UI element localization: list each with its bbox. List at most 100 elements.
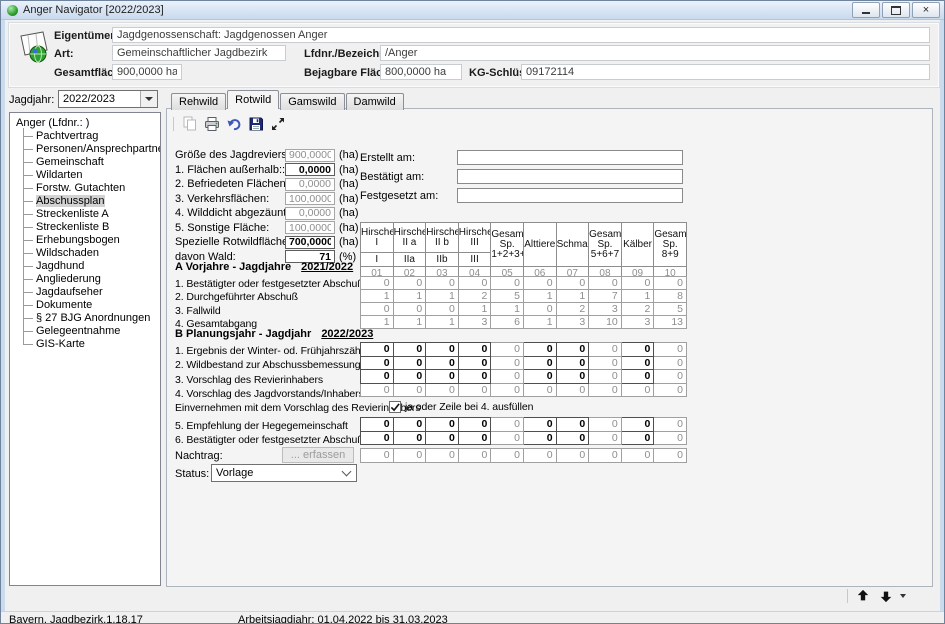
save-icon[interactable] bbox=[248, 116, 264, 132]
field-row: 3. Verkehrsflächen:(ha) bbox=[175, 192, 359, 207]
tree-item[interactable]: Streckenliste A bbox=[19, 208, 160, 221]
tree-item[interactable]: Angliederung bbox=[19, 273, 160, 286]
plan-cell: 0 bbox=[556, 449, 589, 463]
plan-cell[interactable]: 0 bbox=[621, 418, 654, 432]
plan-cell[interactable]: 0 bbox=[393, 418, 426, 432]
plan-cell[interactable]: 0 bbox=[621, 370, 654, 384]
plan-cell[interactable]: 0 bbox=[361, 356, 394, 370]
plan-cell[interactable]: 0 bbox=[393, 370, 426, 384]
next-record-button[interactable] bbox=[876, 588, 896, 604]
close-button[interactable]: × bbox=[912, 2, 940, 18]
column-subheader: I bbox=[361, 253, 394, 267]
date-input[interactable] bbox=[457, 188, 683, 203]
undo-icon[interactable] bbox=[226, 116, 242, 132]
plan-cell[interactable]: 0 bbox=[523, 343, 556, 357]
plan-cell[interactable]: 0 bbox=[393, 431, 426, 445]
plan-cell[interactable]: 0 bbox=[556, 343, 589, 357]
minimize-button[interactable] bbox=[852, 2, 880, 18]
plan-toolbar bbox=[173, 115, 286, 133]
plan-cell[interactable]: 0 bbox=[361, 343, 394, 357]
plan-cell[interactable]: 0 bbox=[523, 356, 556, 370]
row-label: 6. Bestätigter oder festgesetzter Abschu… bbox=[175, 433, 364, 447]
plan-cell[interactable]: 0 bbox=[426, 418, 459, 432]
plan-cell[interactable]: 0 bbox=[556, 356, 589, 370]
art-label: Art: bbox=[54, 48, 74, 60]
copy-icon[interactable] bbox=[182, 116, 198, 132]
tree-item[interactable]: Abschussplan bbox=[19, 195, 160, 208]
nachtrag-erfassen-button[interactable]: ... erfassen bbox=[282, 447, 354, 463]
plan-cell[interactable]: 0 bbox=[523, 370, 556, 384]
plan-cell[interactable]: 0 bbox=[556, 370, 589, 384]
tree-item[interactable]: Wildschaden bbox=[19, 247, 160, 260]
tree-item-label: Personen/Ansprechpartner bbox=[36, 143, 161, 155]
plan-cell[interactable]: 0 bbox=[393, 356, 426, 370]
plan-cell[interactable]: 0 bbox=[426, 370, 459, 384]
plan-cell[interactable]: 0 bbox=[361, 370, 394, 384]
plan-cell[interactable]: 0 bbox=[458, 431, 491, 445]
bejagbare-flaeche-input[interactable] bbox=[380, 64, 462, 80]
plan-cell[interactable]: 0 bbox=[621, 431, 654, 445]
plan-cell: 0 bbox=[426, 383, 459, 397]
print-icon[interactable] bbox=[204, 116, 220, 132]
tree-item[interactable]: Jagdaufseher bbox=[19, 286, 160, 299]
plan-cell: 0 bbox=[654, 431, 687, 445]
plan-cell[interactable]: 0 bbox=[361, 418, 394, 432]
expand-icon[interactable] bbox=[270, 116, 286, 132]
status-combobox[interactable]: Vorlage bbox=[211, 464, 357, 482]
plan-cell[interactable]: 0 bbox=[458, 370, 491, 384]
field-row: Spezielle Rotwildfläche:(ha) bbox=[175, 235, 359, 250]
combo-dropdown-button[interactable] bbox=[140, 91, 157, 107]
plan-cell[interactable]: 0 bbox=[458, 418, 491, 432]
gesamtflaeche-input[interactable] bbox=[112, 64, 182, 80]
field-input[interactable] bbox=[285, 236, 335, 249]
tree-item[interactable]: Erhebungsbogen bbox=[19, 234, 160, 247]
plan-cell: 0 bbox=[556, 277, 589, 290]
tree-item[interactable]: Pachtvertrag bbox=[19, 130, 160, 143]
plan-cell[interactable]: 0 bbox=[523, 431, 556, 445]
plan-cell[interactable]: 0 bbox=[458, 343, 491, 357]
plan-cell[interactable]: 0 bbox=[556, 431, 589, 445]
eigentuemer-input[interactable] bbox=[112, 27, 930, 43]
lfdnr-input[interactable] bbox=[380, 45, 930, 61]
plan-cell[interactable]: 0 bbox=[361, 431, 394, 445]
previous-record-button[interactable] bbox=[853, 588, 873, 604]
einvernehmen-checkbox[interactable] bbox=[389, 401, 401, 413]
plan-cell[interactable]: 0 bbox=[621, 343, 654, 357]
tree-item[interactable]: Dokumente bbox=[19, 299, 160, 312]
plan-cell: 10 bbox=[589, 316, 622, 329]
tree-item[interactable]: GIS-Karte bbox=[19, 338, 160, 351]
plan-cell[interactable]: 0 bbox=[523, 418, 556, 432]
tab-rehwild[interactable]: Rehwild bbox=[171, 93, 226, 110]
tree-item[interactable]: Gemeinschaft bbox=[19, 156, 160, 169]
maximize-button[interactable] bbox=[882, 2, 910, 18]
tab-damwild[interactable]: Damwild bbox=[346, 93, 404, 110]
kg-schluessel-input[interactable] bbox=[521, 64, 930, 80]
tree-item[interactable]: Personen/Ansprechpartner bbox=[19, 143, 160, 156]
tree-item[interactable]: Forstw. Gutachten bbox=[19, 182, 160, 195]
plan-cell[interactable]: 0 bbox=[393, 343, 426, 357]
jagdjahr-combobox[interactable]: 2022/2023 bbox=[58, 90, 158, 108]
tree-item[interactable]: Jagdhund bbox=[19, 260, 160, 273]
art-input[interactable] bbox=[112, 45, 286, 61]
tree-item[interactable]: Streckenliste B bbox=[19, 221, 160, 234]
date-input[interactable] bbox=[457, 169, 683, 184]
plan-cell[interactable]: 0 bbox=[426, 343, 459, 357]
section-b-year-link[interactable]: 2022/2023 bbox=[321, 328, 373, 340]
tree-item[interactable]: § 27 BJG Anordnungen bbox=[19, 312, 160, 325]
arrow-down-icon bbox=[879, 589, 893, 603]
tree-root[interactable]: Anger (Lfdnr.: ) bbox=[14, 117, 160, 130]
plan-cell[interactable]: 0 bbox=[621, 356, 654, 370]
plan-cell[interactable]: 0 bbox=[458, 356, 491, 370]
tree-item[interactable]: Wildarten bbox=[19, 169, 160, 182]
section-a-year-link[interactable]: 2021/2022 bbox=[301, 261, 353, 273]
plan-cell[interactable]: 0 bbox=[426, 356, 459, 370]
date-input[interactable] bbox=[457, 150, 683, 165]
date-label: Bestätigt am: bbox=[360, 169, 457, 188]
toolbar-overflow-icon[interactable] bbox=[900, 594, 906, 598]
tab-gamswild[interactable]: Gamswild bbox=[280, 93, 344, 110]
plan-cell[interactable]: 0 bbox=[556, 418, 589, 432]
tab-rotwild[interactable]: Rotwild bbox=[227, 90, 279, 109]
tree-item[interactable]: Gelegeentnahme bbox=[19, 325, 160, 338]
field-input[interactable] bbox=[285, 163, 335, 176]
plan-cell[interactable]: 0 bbox=[426, 431, 459, 445]
